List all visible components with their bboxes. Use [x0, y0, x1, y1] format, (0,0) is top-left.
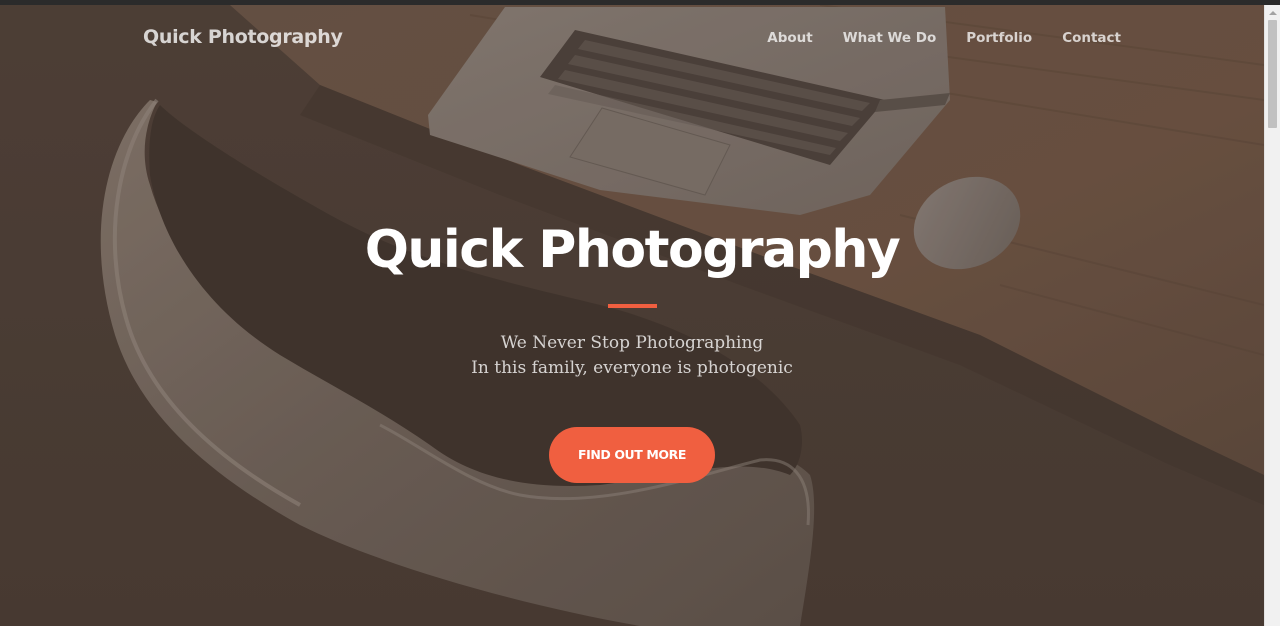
window-top-edge	[0, 0, 1280, 5]
navbar-brand[interactable]: Quick Photography	[143, 26, 343, 48]
hero-subtitle-line-1: We Never Stop Photographing	[500, 333, 764, 353]
scrollbar-thumb[interactable]	[1268, 20, 1277, 128]
hero-subtitle: We Never Stop Photographing In this fami…	[0, 331, 1264, 381]
hero-title: Quick Photography	[364, 220, 901, 280]
nav-item-portfolio[interactable]: Portfolio	[966, 30, 1032, 46]
nav-item-what-we-do[interactable]: What We Do	[843, 30, 937, 46]
nav-item-contact[interactable]: Contact	[1062, 30, 1121, 46]
nav-item-about[interactable]: About	[767, 30, 812, 46]
hero-section: Quick Photography About What We Do Portf…	[0, 5, 1264, 626]
hero-subtitle-line-2: In this family, everyone is photogenic	[471, 358, 793, 378]
vertical-scrollbar[interactable]	[1264, 5, 1280, 626]
scroll-up-arrow-icon[interactable]	[1269, 11, 1277, 15]
hero-overlay	[0, 5, 1264, 626]
find-out-more-button[interactable]: Find Out More	[549, 427, 715, 483]
hero-divider	[608, 304, 657, 308]
navbar-menu: About What We Do Portfolio Contact	[737, 30, 1121, 46]
browser-viewport: Quick Photography About What We Do Portf…	[0, 0, 1280, 626]
